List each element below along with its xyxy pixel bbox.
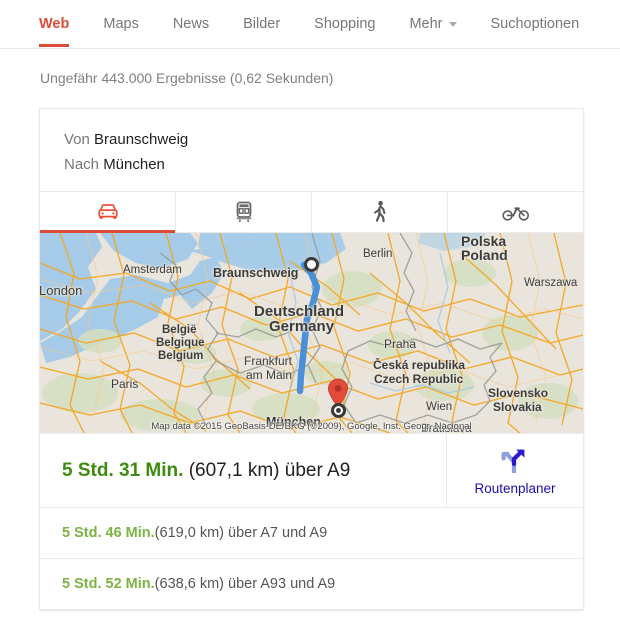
primary-route-text: 5 Std. 31 Min. (607,1 km) über A9 bbox=[40, 460, 446, 482]
nav-tab-bilder[interactable]: Bilder bbox=[243, 0, 280, 47]
directions-card: Von Braunschweig Nach München London Ams… bbox=[39, 108, 584, 610]
walk-icon bbox=[371, 200, 389, 224]
nav-tab-mehr[interactable]: Mehr bbox=[409, 0, 457, 47]
routenplaner-label: Routenplaner bbox=[474, 481, 556, 496]
destination-value: München bbox=[103, 156, 165, 173]
train-icon bbox=[234, 201, 254, 223]
search-tabs-nav: Web Maps News Bilder Shopping Mehr Suchoptione… bbox=[0, 0, 620, 49]
nav-tab-label: Shopping bbox=[314, 15, 376, 32]
alternative-route-detail: (638,6 km) über A93 und A9 bbox=[154, 576, 336, 592]
routenplaner-link[interactable]: Routenplaner bbox=[446, 434, 583, 507]
destination-label: Nach bbox=[64, 156, 104, 173]
nav-tab-label: Bilder bbox=[243, 15, 281, 32]
nav-tab-label: News bbox=[172, 15, 210, 32]
nav-tab-label: Suchoptionen bbox=[490, 15, 580, 32]
travel-mode-tabs bbox=[40, 191, 583, 233]
route-origin-row[interactable]: Von Braunschweig bbox=[64, 127, 583, 152]
origin-label: Von bbox=[64, 131, 95, 148]
route-destination-row[interactable]: Nach München bbox=[64, 152, 583, 177]
alternative-route-row[interactable]: 5 Std. 46 Min. (619,0 km) über A7 und A9 bbox=[40, 507, 583, 558]
travel-mode-car[interactable] bbox=[40, 192, 176, 233]
nav-tab-label: Maps bbox=[103, 15, 139, 32]
nav-tab-news[interactable]: News bbox=[173, 0, 209, 47]
result-stats: Ungefähr 443.000 Ergebnisse (0,62 Sekund… bbox=[40, 70, 334, 86]
nav-tab-suchoptionen[interactable]: Suchoptionen bbox=[491, 0, 580, 47]
route-endpoints: Von Braunschweig Nach München bbox=[40, 109, 583, 191]
travel-mode-bicycling[interactable] bbox=[448, 192, 583, 232]
nav-tab-label: Web bbox=[39, 15, 70, 32]
primary-route-duration: 5 Std. 31 Min. bbox=[62, 459, 189, 481]
alternative-route-detail: (619,0 km) über A7 und A9 bbox=[154, 525, 328, 541]
bicycle-icon bbox=[501, 202, 530, 222]
primary-route-detail: (607,1 km) über A9 bbox=[188, 459, 351, 481]
route-map[interactable]: London Amsterdam Braunschweig Berlin Polska P… bbox=[40, 232, 583, 433]
alternative-route-duration: 5 Std. 52 Min. bbox=[62, 576, 155, 592]
primary-route-row[interactable]: 5 Std. 31 Min. (607,1 km) über A9 Routen… bbox=[40, 433, 583, 507]
nav-tab-maps[interactable]: Maps bbox=[103, 0, 138, 47]
directions-fork-icon bbox=[498, 445, 532, 478]
nav-tab-web[interactable]: Web bbox=[39, 0, 70, 47]
car-icon bbox=[96, 202, 120, 222]
nav-tab-shopping[interactable]: Shopping bbox=[314, 0, 375, 47]
origin-circle-marker bbox=[304, 257, 319, 272]
destination-target-dot bbox=[336, 408, 341, 413]
nav-tab-label: Mehr bbox=[409, 15, 443, 32]
origin-value: Braunschweig bbox=[94, 131, 189, 148]
chevron-down-icon bbox=[448, 22, 457, 27]
travel-mode-transit[interactable] bbox=[176, 192, 312, 232]
alternative-route-row[interactable]: 5 Std. 52 Min. (638,6 km) über A93 und A… bbox=[40, 558, 583, 609]
travel-mode-walking[interactable] bbox=[312, 192, 448, 232]
alternative-route-duration: 5 Std. 46 Min. bbox=[62, 525, 155, 541]
